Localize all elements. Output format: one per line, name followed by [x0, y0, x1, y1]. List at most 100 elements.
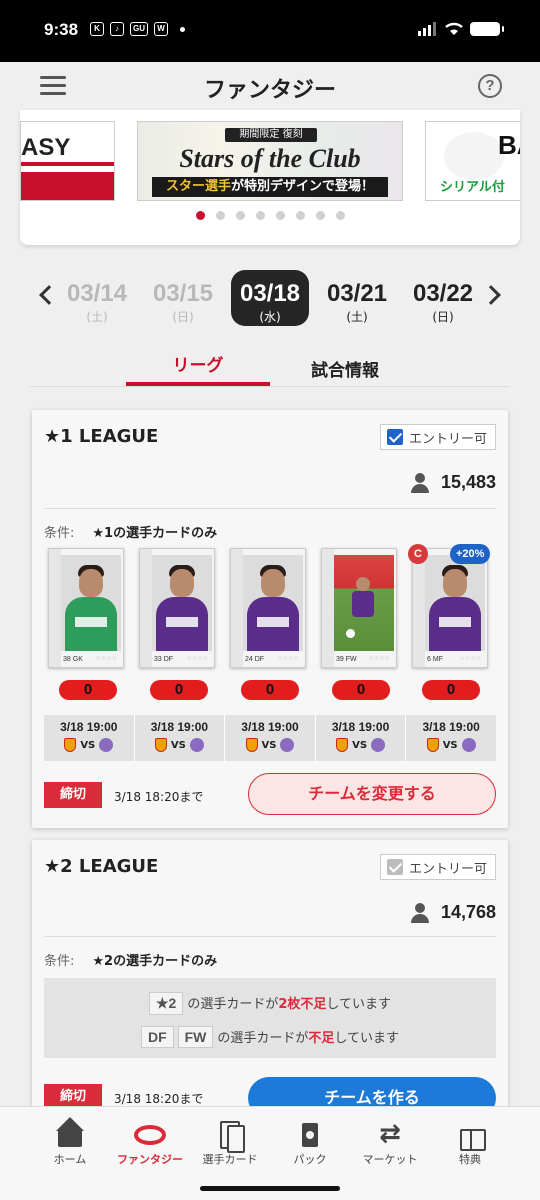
match-teams: VS	[44, 738, 134, 752]
weekday-label: (土)	[346, 310, 368, 324]
carousel-dot[interactable]	[335, 211, 345, 220]
home-crest-icon	[64, 738, 77, 752]
card-side-strip	[140, 549, 152, 667]
entry-label: エントリー可	[408, 431, 487, 447]
entry-badge: エントリー可	[379, 854, 496, 880]
chevron-right-icon[interactable]	[481, 285, 501, 305]
nav-item-market[interactable]: ⇄ マーケット	[350, 1107, 430, 1167]
player-card[interactable]: 38 GK ☆☆☆☆	[48, 548, 124, 668]
pack-icon	[294, 1119, 326, 1149]
participant-count: 14,768	[410, 902, 496, 923]
exchange-icon: ⇄	[379, 1119, 401, 1149]
entry-label: エントリー可	[408, 861, 487, 877]
home-icon	[54, 1117, 86, 1149]
captain-badge: C	[408, 544, 428, 564]
nav-item-player-cards[interactable]: 選手カード	[190, 1107, 270, 1167]
player-number: 38 GK	[63, 656, 83, 663]
match-schedule-row: 3/18 19:00 VS 3/18 19:00 VS 3/18 19:00 V…	[44, 715, 496, 761]
wifi-icon	[445, 22, 463, 35]
date-selector: 03/14 (土) 03/15 (日) 03/18 (水) 03/21 (土) …	[30, 270, 510, 330]
banner-title: Stars of the Club	[179, 144, 361, 173]
away-crest-icon	[99, 738, 114, 752]
nav-label: ファンタジー	[117, 1153, 183, 1166]
banner-slide-next[interactable]: BA シリアル付	[425, 121, 520, 201]
date-item[interactable]: 03/22 (日)	[404, 270, 482, 326]
app-notification-icon: W	[154, 22, 168, 36]
divider	[44, 508, 496, 509]
nav-item-fantasy[interactable]: ファンタジー	[110, 1107, 190, 1167]
player-card-row: 38 GK ☆☆☆☆ 33 DF ☆☆☆☆ 24 DF ☆☆☆☆ 39 FW ☆…	[40, 544, 500, 678]
change-team-button[interactable]: チームを変更する	[248, 773, 496, 815]
app-header: ファンタジー ?	[0, 62, 540, 112]
home-indicator	[0, 1172, 540, 1200]
deadline-text: 3/18 18:20まで	[114, 790, 204, 804]
away-crest-icon	[371, 738, 386, 752]
carousel-dot[interactable]	[295, 211, 305, 220]
home-indicator-bar[interactable]	[200, 1186, 340, 1191]
carousel-dot[interactable]	[255, 211, 265, 220]
date-item-selected[interactable]: 03/18 (水)	[231, 270, 309, 326]
match-cell: 3/18 19:00 VS	[44, 715, 135, 761]
date-label: 03/18	[239, 280, 301, 307]
banner-carousel[interactable]: ASY 期間限定 復刻 Stars of the Club スター選手が特別デザ…	[20, 110, 520, 245]
warning-text: の選手カードが	[187, 997, 279, 1012]
match-time: 3/18 19:00	[241, 720, 299, 734]
match-time: 3/18 19:00	[150, 720, 209, 734]
nav-item-home[interactable]: ホーム	[30, 1107, 110, 1167]
rarity-stars-icon: ☆☆☆☆	[368, 655, 390, 662]
rarity-stars-icon: ☆☆☆☆	[459, 655, 481, 662]
player-card[interactable]: 39 FW ☆☆☆☆	[321, 548, 397, 668]
weekday-label: (土)	[86, 310, 108, 324]
participant-number: 15,483	[440, 472, 496, 492]
condition-row: 条件: ★1の選手カードのみ	[44, 522, 217, 541]
date-item[interactable]: 03/14 (土)	[58, 270, 136, 326]
banner-prev-band	[21, 172, 114, 200]
carousel-pagination	[20, 211, 520, 220]
weekday-label: (水)	[259, 310, 281, 324]
chevron-left-icon[interactable]	[39, 285, 59, 305]
carousel-dot[interactable]	[235, 211, 245, 220]
home-crest-icon	[245, 738, 258, 752]
person-icon	[410, 472, 429, 493]
rarity-stars-icon: ☆☆☆☆	[95, 655, 117, 662]
carousel-dot[interactable]	[315, 211, 325, 220]
player-number: 24 DF	[245, 656, 265, 663]
nav-item-pack[interactable]: パック	[270, 1107, 350, 1167]
condition-key: 条件:	[44, 954, 75, 969]
player-number: 33 DF	[154, 656, 174, 663]
date-label: 03/14	[66, 280, 128, 307]
away-crest-icon	[461, 738, 476, 752]
tab-league[interactable]: リーグ	[126, 351, 270, 386]
tab-match-info[interactable]: 試合情報	[280, 351, 410, 381]
match-cell: 3/18 19:00 VS	[225, 715, 316, 761]
home-crest-icon	[154, 738, 167, 752]
carousel-dot[interactable]	[215, 211, 225, 220]
nav-label: パック	[293, 1153, 327, 1166]
participant-count: 15,483	[410, 472, 496, 493]
warning-highlight: 2枚不足	[278, 997, 327, 1012]
banner-slide-current[interactable]: 期間限定 復刻 Stars of the Club スター選手が特別デザインで登…	[137, 121, 403, 201]
participant-number: 14,768	[440, 902, 496, 922]
player-card[interactable]: 33 DF ☆☆☆☆	[139, 548, 215, 668]
cards-icon	[214, 1119, 246, 1153]
player-card[interactable]: 6 MF ☆☆☆☆	[412, 548, 488, 668]
date-item[interactable]: 03/15 (日)	[144, 270, 222, 326]
weekday-label: (日)	[172, 310, 194, 324]
carousel-dot-active[interactable]	[195, 211, 205, 220]
home-crest-icon	[336, 738, 349, 752]
nav-item-rewards[interactable]: 特典	[430, 1107, 510, 1167]
player-card[interactable]: 24 DF ☆☆☆☆	[230, 548, 306, 668]
player-number: 39 FW	[336, 656, 357, 663]
date-label: 03/21	[326, 280, 388, 307]
banner-slide-prev[interactable]: ASY	[20, 121, 115, 201]
match-time: 3/18 19:00	[422, 720, 480, 734]
deadline-text: 3/18 18:20まで	[114, 1092, 204, 1106]
help-icon[interactable]: ?	[478, 74, 502, 98]
nav-label: ホーム	[53, 1153, 87, 1166]
match-teams: VS	[225, 738, 315, 752]
carousel-dot[interactable]	[275, 211, 285, 220]
kit-sponsor-logo	[257, 617, 289, 627]
player-photo	[425, 555, 485, 651]
date-item[interactable]: 03/21 (土)	[318, 270, 396, 326]
vs-label: VS	[352, 739, 368, 751]
